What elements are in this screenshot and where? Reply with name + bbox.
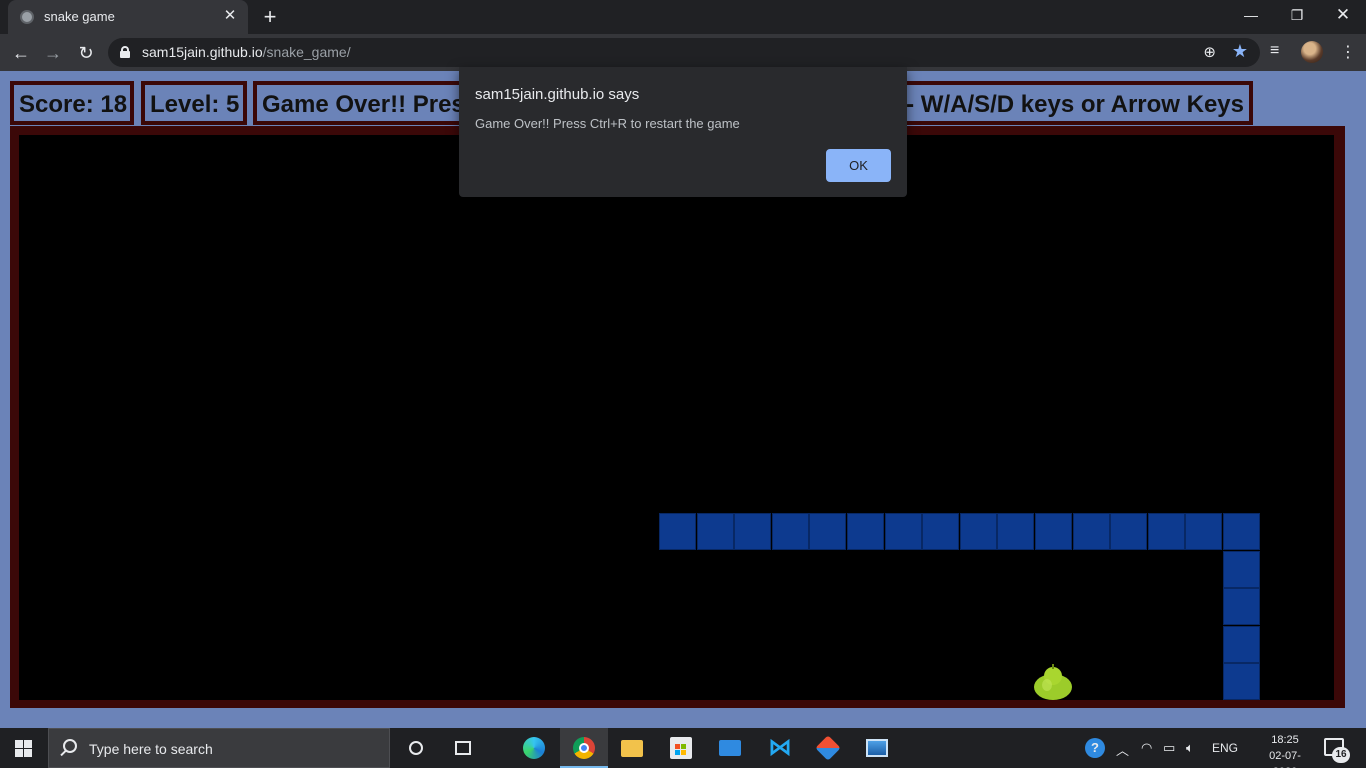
- volume-icon[interactable]: 🔈︎: [1186, 740, 1194, 756]
- alert-dialog: sam15jain.github.io says Game Over!! Pre…: [459, 67, 907, 197]
- dialog-title: sam15jain.github.io says: [475, 86, 640, 103]
- close-tab-icon[interactable]: ✕: [220, 6, 240, 26]
- windows-taskbar: Type here to search ⋈ ? ︿ ◠ ▭ �: [0, 728, 1366, 768]
- ok-button[interactable]: OK: [826, 149, 891, 182]
- file-explorer-icon[interactable]: [608, 728, 656, 768]
- lock-icon[interactable]: [120, 46, 130, 58]
- snake-segment: [847, 513, 884, 550]
- url-path: /snake_game/: [262, 44, 351, 60]
- forward-button[interactable]: →: [40, 40, 66, 66]
- snake-segment: [1223, 588, 1260, 626]
- snake-segment: [922, 513, 960, 550]
- browser-tab-strip: snake game ✕ + — ❐ ✕: [0, 0, 1366, 34]
- system-clock[interactable]: 18:25 02-07-2020: [1262, 732, 1308, 768]
- url-text[interactable]: sam15jain.github.io/snake_game/: [142, 44, 351, 60]
- clock-date: 02-07-2020: [1269, 750, 1301, 768]
- profile-avatar[interactable]: [1301, 41, 1323, 63]
- windows-start-icon[interactable]: [15, 740, 32, 757]
- snake-segment: [1223, 513, 1260, 550]
- snake-segment: [1223, 663, 1260, 701]
- snake-segment: [696, 513, 734, 550]
- close-window-button[interactable]: ✕: [1320, 0, 1366, 30]
- clock-time: 18:25: [1271, 734, 1299, 746]
- reload-button[interactable]: ↻: [73, 40, 99, 66]
- url-host: sam15jain.github.io: [142, 44, 263, 60]
- wifi-icon[interactable]: ◠: [1141, 740, 1152, 756]
- taskbar-search-box[interactable]: Type here to search: [48, 728, 390, 768]
- microsoft-store-icon[interactable]: [657, 728, 705, 768]
- score-box: Score: 18: [10, 81, 134, 125]
- restore-button[interactable]: ❐: [1274, 0, 1320, 30]
- snake-segment: [1223, 550, 1260, 588]
- search-placeholder: Type here to search: [89, 741, 213, 757]
- level-box: Level: 5: [141, 81, 247, 125]
- snake-segment: [734, 513, 772, 550]
- snake-segment: [1147, 513, 1185, 550]
- search-icon: [63, 739, 77, 753]
- score-text: Score: 18: [19, 91, 128, 118]
- back-button[interactable]: ←: [8, 40, 34, 66]
- vscode-icon[interactable]: ⋈: [755, 728, 803, 768]
- snake-segment: [1035, 513, 1072, 550]
- battery-icon[interactable]: ▭: [1163, 740, 1175, 756]
- browser-toolbar: ← → ↻ sam15jain.github.io/snake_game/ ⊕ …: [0, 34, 1366, 71]
- game-board: [19, 135, 1334, 701]
- pear-fruit-icon: [1034, 664, 1072, 700]
- browser-tab[interactable]: snake game ✕: [8, 0, 248, 34]
- new-tab-button[interactable]: +: [258, 5, 282, 29]
- zoom-icon[interactable]: ⊕: [1203, 43, 1216, 61]
- mail-icon[interactable]: [706, 728, 754, 768]
- help-icon[interactable]: ?: [1085, 738, 1105, 758]
- address-bar[interactable]: sam15jain.github.io/snake_game/ ⊕ ★: [108, 38, 1260, 67]
- snake-segment: [771, 513, 809, 550]
- language-indicator[interactable]: ENG: [1212, 741, 1238, 755]
- snake-segment: [659, 513, 696, 550]
- cortana-icon[interactable]: [392, 728, 440, 768]
- git-icon[interactable]: [804, 728, 852, 768]
- dialog-message: Game Over!! Press Ctrl+R to restart the …: [475, 116, 740, 131]
- snake-segment: [1110, 513, 1148, 550]
- level-text: Level: 5: [150, 91, 240, 118]
- chrome-icon[interactable]: [560, 728, 608, 768]
- bookmark-star-icon[interactable]: ★: [1232, 41, 1248, 62]
- tab-title: snake game: [44, 9, 115, 24]
- snake-segment: [959, 513, 997, 550]
- media-controls-icon[interactable]: ≡: [1270, 42, 1279, 60]
- notification-count-badge: 16: [1332, 747, 1350, 763]
- snake-segment: [997, 513, 1035, 550]
- minimize-button[interactable]: —: [1228, 0, 1274, 30]
- globe-icon: [20, 10, 34, 24]
- snake-segment: [1223, 625, 1260, 663]
- snake-segment: [809, 513, 847, 550]
- show-hidden-icons-icon[interactable]: ︿: [1116, 740, 1129, 759]
- snake-segment: [884, 513, 922, 550]
- snake-segment: [1185, 513, 1223, 550]
- photos-icon[interactable]: [853, 728, 901, 768]
- snake-segment: [1072, 513, 1110, 550]
- game-board-frame: [10, 126, 1345, 708]
- menu-icon[interactable]: ⋮: [1340, 42, 1356, 62]
- edge-browser-icon[interactable]: [510, 728, 558, 768]
- task-view-icon[interactable]: [440, 728, 488, 768]
